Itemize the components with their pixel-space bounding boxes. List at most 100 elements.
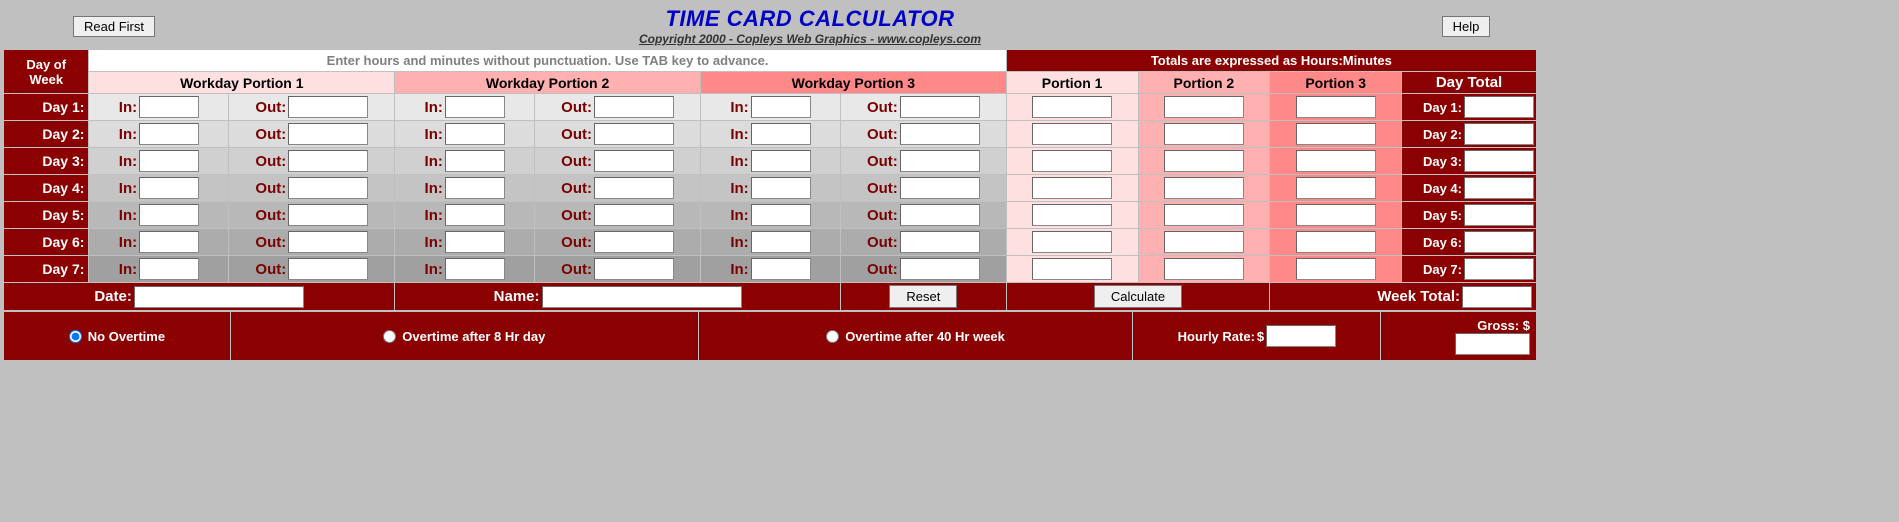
in-label: In: xyxy=(425,126,443,143)
calculate-button[interactable]: Calculate xyxy=(1094,285,1182,308)
date-input[interactable] xyxy=(134,286,304,308)
in-cell: In: xyxy=(395,175,534,201)
in1-input[interactable] xyxy=(139,204,199,226)
day-label: Day 7: xyxy=(4,256,88,282)
out3-input[interactable] xyxy=(900,96,980,118)
out-cell: Out: xyxy=(535,202,700,228)
portion-3-total xyxy=(1270,121,1401,147)
in-label: In: xyxy=(425,180,443,197)
in-label: In: xyxy=(119,180,137,197)
portion-1-output xyxy=(1032,258,1112,280)
footer-table: No Overtime Overtime after 8 Hr day Over… xyxy=(3,311,1537,361)
out2-input[interactable] xyxy=(594,231,674,253)
in2-input[interactable] xyxy=(445,204,505,226)
out-label: Out: xyxy=(255,234,286,251)
in1-input[interactable] xyxy=(139,96,199,118)
page-subtitle: Copyright 2000 - Copleys Web Graphics - … xyxy=(227,32,1393,46)
in1-input[interactable] xyxy=(139,231,199,253)
portion-1-total xyxy=(1007,121,1138,147)
in1-input[interactable] xyxy=(139,258,199,280)
portion-2-total xyxy=(1139,256,1270,282)
name-input[interactable] xyxy=(542,286,742,308)
in-cell: In: xyxy=(89,94,228,120)
out2-input[interactable] xyxy=(594,123,674,145)
day-total-cell: Day 1: xyxy=(1402,94,1536,120)
in-label: In: xyxy=(425,207,443,224)
read-first-button[interactable]: Read First xyxy=(73,16,155,37)
day-label: Day 4: xyxy=(4,175,88,201)
day-total-header: Day Total xyxy=(1402,72,1536,93)
day-total-cell: Day 6: xyxy=(1402,229,1536,255)
out3-input[interactable] xyxy=(900,258,980,280)
ot-8-radio[interactable] xyxy=(383,330,396,343)
in-cell: In: xyxy=(89,148,228,174)
out-cell: Out: xyxy=(229,229,394,255)
in2-input[interactable] xyxy=(445,231,505,253)
in2-input[interactable] xyxy=(445,177,505,199)
out-label: Out: xyxy=(867,180,898,197)
in3-input[interactable] xyxy=(751,177,811,199)
out1-input[interactable] xyxy=(288,96,368,118)
day-total-label: Day 5: xyxy=(1423,208,1462,223)
in3-input[interactable] xyxy=(751,150,811,172)
out-cell: Out: xyxy=(841,148,1006,174)
read-first-cell: Read First xyxy=(4,4,224,48)
no-overtime-cell: No Overtime xyxy=(4,312,230,360)
out1-input[interactable] xyxy=(288,177,368,199)
out1-input[interactable] xyxy=(288,123,368,145)
out-cell: Out: xyxy=(535,94,700,120)
out3-input[interactable] xyxy=(900,204,980,226)
in1-input[interactable] xyxy=(139,123,199,145)
out2-input[interactable] xyxy=(594,177,674,199)
in3-input[interactable] xyxy=(751,123,811,145)
in-cell: In: xyxy=(395,202,534,228)
in-label: In: xyxy=(119,153,137,170)
out1-input[interactable] xyxy=(288,231,368,253)
in-label: In: xyxy=(730,234,748,251)
out-cell: Out: xyxy=(535,175,700,201)
out2-input[interactable] xyxy=(594,150,674,172)
portion-2-total xyxy=(1139,94,1270,120)
table-row: Day 3:In:Out:In:Out:In:Out:Day 3: xyxy=(4,148,1536,174)
out2-input[interactable] xyxy=(594,96,674,118)
calculate-cell: Calculate xyxy=(1007,283,1270,310)
no-overtime-radio[interactable] xyxy=(69,330,82,343)
day-total-label: Day 7: xyxy=(1423,262,1462,277)
out3-input[interactable] xyxy=(900,150,980,172)
timecard-table: Day ofWeek Enter hours and minutes witho… xyxy=(3,49,1537,311)
out1-input[interactable] xyxy=(288,204,368,226)
in3-input[interactable] xyxy=(751,258,811,280)
in2-input[interactable] xyxy=(445,96,505,118)
hourly-rate-input[interactable] xyxy=(1266,325,1336,347)
dollar-sign-2: $ xyxy=(1523,318,1530,333)
portion-2-total xyxy=(1139,202,1270,228)
in3-input[interactable] xyxy=(751,204,811,226)
out3-input[interactable] xyxy=(900,177,980,199)
out3-input[interactable] xyxy=(900,231,980,253)
in-cell: In: xyxy=(701,121,840,147)
in2-input[interactable] xyxy=(445,123,505,145)
out2-input[interactable] xyxy=(594,258,674,280)
in3-input[interactable] xyxy=(751,231,811,253)
in1-input[interactable] xyxy=(139,150,199,172)
gross-output xyxy=(1455,333,1530,355)
in-label: In: xyxy=(425,99,443,116)
day-total-output xyxy=(1464,231,1534,253)
out1-input[interactable] xyxy=(288,150,368,172)
portion-2-total xyxy=(1139,148,1270,174)
in-label: In: xyxy=(425,261,443,278)
in2-input[interactable] xyxy=(445,150,505,172)
in1-input[interactable] xyxy=(139,177,199,199)
out2-input[interactable] xyxy=(594,204,674,226)
help-button[interactable]: Help xyxy=(1442,16,1491,37)
out3-input[interactable] xyxy=(900,123,980,145)
out1-input[interactable] xyxy=(288,258,368,280)
in3-input[interactable] xyxy=(751,96,811,118)
in2-input[interactable] xyxy=(445,258,505,280)
portion-2-output xyxy=(1164,204,1244,226)
ot-40-radio[interactable] xyxy=(826,330,839,343)
portion-3-total xyxy=(1270,148,1401,174)
in-label: In: xyxy=(730,207,748,224)
reset-button[interactable]: Reset xyxy=(889,285,957,308)
portion-2-output xyxy=(1164,258,1244,280)
